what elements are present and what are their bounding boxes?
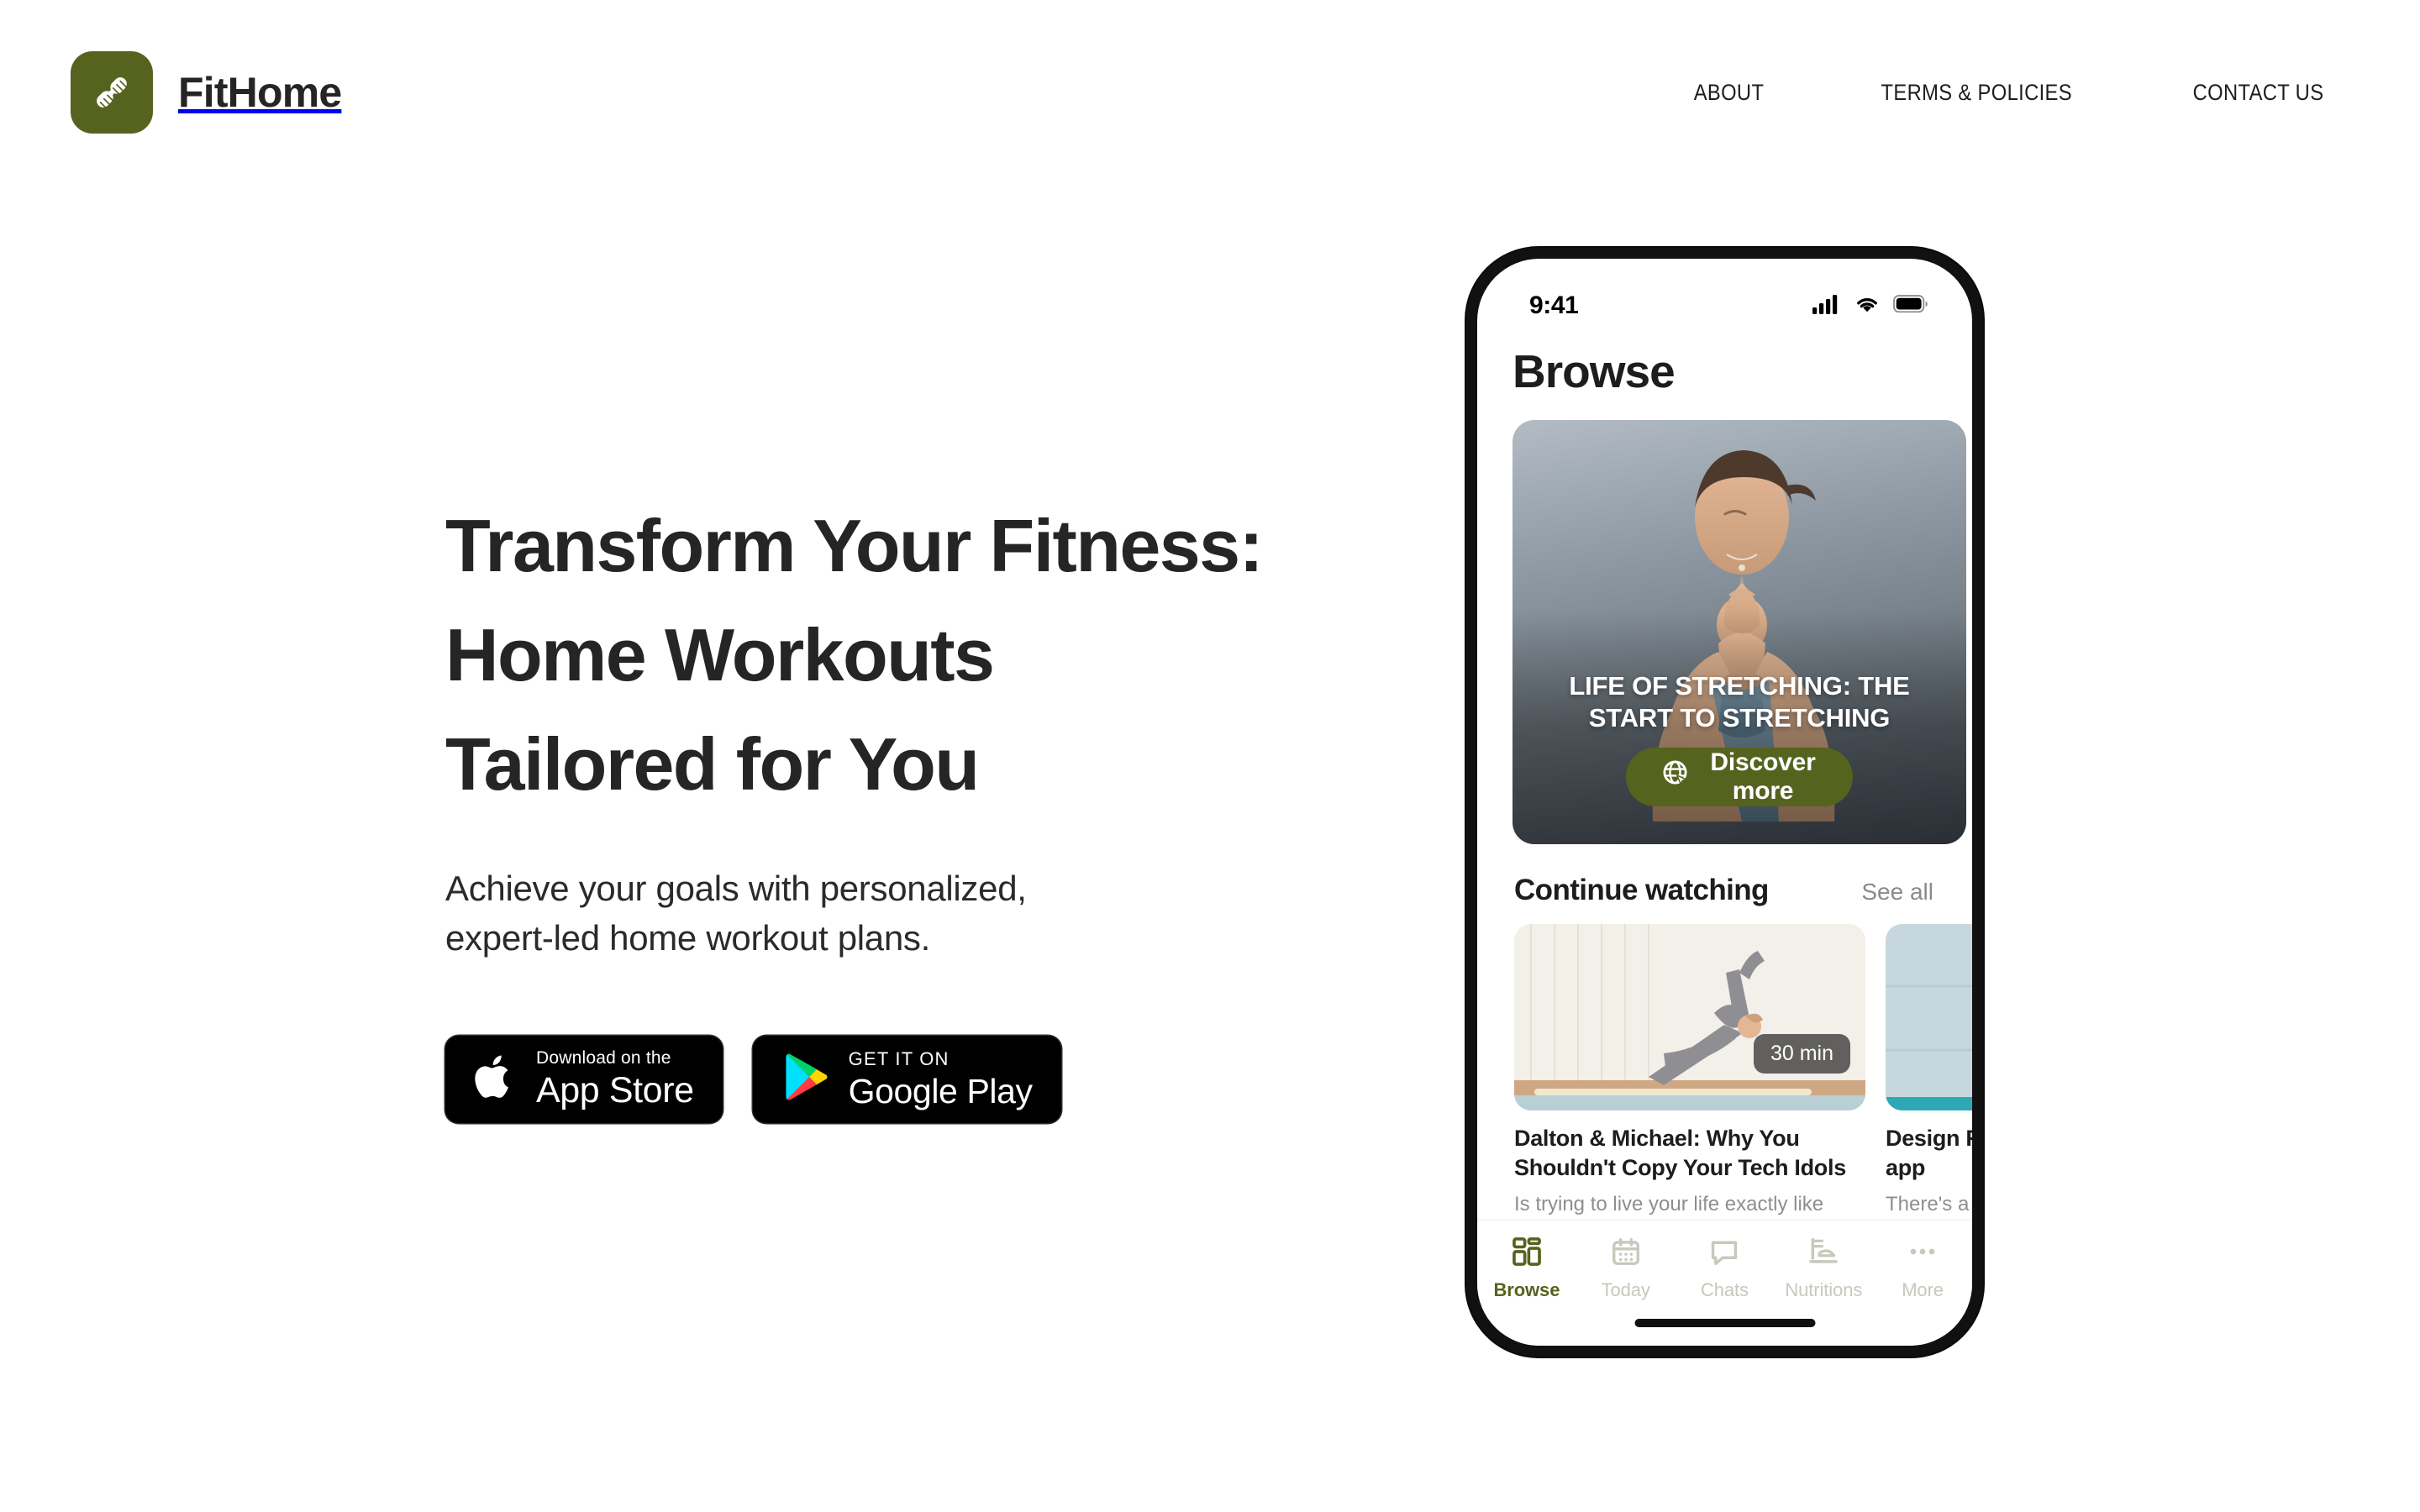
side-plank-image: [1514, 924, 1865, 1110]
apple-icon: [474, 1051, 518, 1107]
hero-title-line-2: Home Workouts: [445, 613, 995, 697]
grid-icon: [1511, 1236, 1543, 1272]
ellipsis-icon: [1907, 1236, 1939, 1272]
tab-today[interactable]: Today: [1580, 1236, 1672, 1301]
brand-name: FitHome: [178, 69, 342, 116]
hero-subtitle-line-1: Achieve your goals with personalized,: [445, 868, 1027, 908]
hero-card[interactable]: LIFE OF STRETCHING: THE START TO STRETCH…: [1512, 420, 1966, 844]
tab-browse-label: Browse: [1493, 1279, 1560, 1300]
nav-link-about[interactable]: ABOUT: [1693, 80, 1764, 106]
list-item[interactable]: Design Review mobile app There's a lot t…: [1886, 924, 1972, 1246]
screen-title: Browse: [1512, 345, 1676, 397]
brand-logo[interactable]: FitHome: [71, 51, 342, 134]
globe-click-icon: [1661, 759, 1691, 795]
home-indicator: [1634, 1319, 1815, 1327]
video-title: Dalton & Michael: Why You Shouldn't Copy…: [1514, 1126, 1846, 1181]
tab-chats[interactable]: Chats: [1678, 1236, 1770, 1301]
cellular-signal-icon: [1812, 294, 1841, 318]
continue-watching-header: Continue watching See all: [1477, 848, 1972, 907]
duration-badge: 30 min: [1753, 1034, 1850, 1074]
see-all-link[interactable]: See all: [1861, 879, 1933, 906]
hero-carousel[interactable]: LIFE OF STRETCHING: THE START TO STRETCH…: [1477, 420, 1972, 848]
tab-bar: Browse Today Chats Nutritions More: [1477, 1220, 1972, 1346]
video-thumbnail[interactable]: 30 min: [1514, 924, 1865, 1110]
status-time: 9:41: [1529, 291, 1579, 319]
hero-title-line-1: Transform Your Fitness:: [445, 504, 1264, 587]
hero-subtitle-line-2: expert-led home workout plans.: [445, 918, 930, 958]
wall-image: [1886, 924, 1972, 1110]
app-store-big-label: App Store: [536, 1070, 694, 1111]
status-bar: 9:41: [1477, 259, 1972, 331]
tab-browse[interactable]: Browse: [1481, 1236, 1573, 1301]
tab-more[interactable]: More: [1876, 1236, 1969, 1301]
tab-more-label: More: [1902, 1279, 1944, 1300]
app-store-button[interactable]: Download on the App Store: [445, 1035, 723, 1123]
tab-nutritions[interactable]: Nutritions: [1777, 1236, 1870, 1301]
chat-icon: [1708, 1236, 1740, 1272]
food-icon: [1807, 1236, 1839, 1272]
calendar-icon: [1610, 1236, 1642, 1272]
phone-screen: 9:41 Browse LIFE OF STRETCHING: THE STAR…: [1477, 259, 1972, 1346]
video-title: Design Review mobile app: [1886, 1126, 1972, 1181]
store-badges: Download on the App Store GET IT ON Goog…: [445, 1035, 1336, 1123]
phone-mockup: 9:41 Browse LIFE OF STRETCHING: THE STAR…: [1466, 248, 1983, 1357]
nav-link-terms[interactable]: TERMS & POLICIES: [1881, 80, 2071, 106]
tab-nutritions-label: Nutritions: [1785, 1279, 1863, 1300]
tab-today-label: Today: [1601, 1279, 1650, 1300]
google-play-small-label: GET IT ON: [848, 1047, 950, 1069]
dumbbell-icon: [71, 51, 153, 134]
google-play-big-label: Google Play: [848, 1071, 1033, 1110]
nav-link-contact[interactable]: CONTACT US: [2193, 80, 2324, 106]
google-play-button[interactable]: GET IT ON Google Play: [752, 1035, 1061, 1123]
hero-title-line-3: Tailored for You: [445, 722, 980, 806]
app-store-small-label: Download on the: [536, 1048, 671, 1068]
tab-chats-label: Chats: [1700, 1279, 1749, 1300]
main-navigation: ABOUT TERMS & POLICIES CONTACT US: [1689, 80, 2350, 106]
wifi-icon: [1854, 294, 1881, 318]
discover-more-label: Discover more: [1710, 748, 1816, 805]
google-play-icon: [781, 1051, 830, 1107]
discover-more-button[interactable]: Discover more: [1626, 748, 1853, 806]
battery-icon: [1893, 294, 1928, 318]
site-header: FitHome ABOUT TERMS & POLICIES CONTACT U…: [0, 0, 2420, 185]
video-thumbnail[interactable]: [1886, 924, 1972, 1110]
status-icons: [1812, 294, 1928, 318]
page-title: Transform Your Fitness: Home Workouts Ta…: [445, 491, 1336, 820]
continue-watching-rail[interactable]: 30 min Dalton & Michael: Why You Shouldn…: [1477, 924, 1972, 1270]
hero-subtitle: Achieve your goals with personalized, ex…: [445, 864, 1336, 963]
hero-card-title: LIFE OF STRETCHING: THE START TO STRETCH…: [1569, 671, 1910, 732]
hero-section: Transform Your Fitness: Home Workouts Ta…: [445, 491, 1336, 1123]
continue-watching-title: Continue watching: [1514, 874, 1769, 906]
